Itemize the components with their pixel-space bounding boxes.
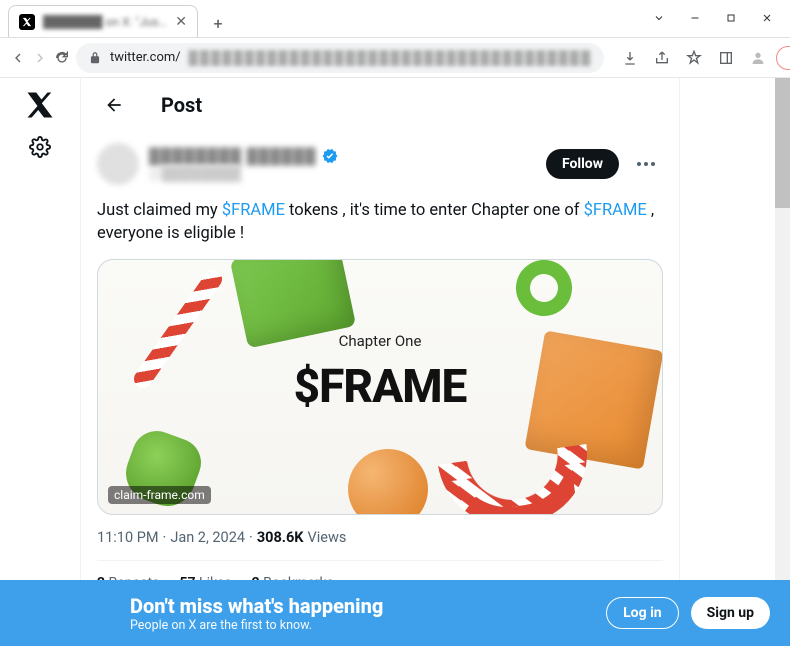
- new-tab-button[interactable]: +: [204, 9, 232, 37]
- browser-tab[interactable]: ███████ on X: "Just clai… ✕: [8, 5, 198, 37]
- x-favicon: [19, 14, 35, 30]
- card-subtitle: Chapter One: [339, 332, 422, 350]
- views-count: 308.6K: [257, 529, 304, 546]
- tweet-text: Just claimed my $FRAME tokens , it's tim…: [97, 199, 663, 245]
- tweet-time[interactable]: 11:10 PM: [97, 529, 159, 546]
- signup-button[interactable]: Sign up: [691, 597, 770, 629]
- profile-icon[interactable]: [744, 44, 772, 72]
- scrollbar-track[interactable]: [775, 78, 790, 646]
- bookmark-star-icon[interactable]: [680, 44, 708, 72]
- login-button[interactable]: Log in: [606, 597, 679, 629]
- nav-forward-icon[interactable]: [32, 44, 48, 72]
- sidepanel-icon[interactable]: [712, 44, 740, 72]
- download-icon[interactable]: [616, 44, 644, 72]
- text-part: Just claimed my: [97, 201, 222, 220]
- url-host: twitter.com/: [110, 50, 181, 65]
- update-button[interactable]: Update: [776, 46, 790, 70]
- back-arrow-icon[interactable]: [97, 88, 131, 122]
- share-icon[interactable]: [648, 44, 676, 72]
- username-blurred: ████████ ██████: [149, 147, 317, 165]
- decor-candy-hook-icon: [438, 444, 596, 515]
- cashtag-link[interactable]: $FRAME: [222, 201, 285, 220]
- more-icon[interactable]: [629, 147, 663, 181]
- window-titlebar: ███████ on X: "Just clai… ✕ +: [0, 0, 790, 38]
- tab-title: ███████ on X: "Just clai…: [43, 15, 167, 29]
- lock-icon: [88, 51, 102, 65]
- decor-green-ring-icon: [512, 259, 577, 320]
- left-rail: [0, 78, 80, 646]
- tab-strip: ███████ on X: "Just clai… ✕ +: [0, 0, 642, 37]
- browser-toolbar: twitter.com/ ████████████████████████████…: [0, 38, 790, 78]
- scrollbar-thumb[interactable]: [775, 78, 790, 208]
- window-controls: [642, 0, 790, 37]
- window-maximize-icon[interactable]: [714, 4, 748, 32]
- window-minimize-icon[interactable]: [678, 4, 712, 32]
- window-dropdown-icon[interactable]: [642, 4, 676, 32]
- user-block[interactable]: ████████ ██████ @████████: [149, 147, 536, 182]
- banner-sub: People on X are the first to know.: [130, 618, 383, 633]
- follow-button[interactable]: Follow: [546, 149, 619, 179]
- verified-badge-icon: [321, 147, 339, 165]
- banner-buttons: Log in Sign up: [606, 597, 770, 629]
- tweet-header: ████████ ██████ @████████ Follow: [97, 143, 663, 185]
- x-logo-icon[interactable]: [25, 90, 55, 120]
- nav-reload-icon[interactable]: [54, 44, 70, 72]
- avatar[interactable]: [97, 143, 139, 185]
- tweet-date[interactable]: Jan 2, 2024: [170, 529, 245, 546]
- post-header: Post: [81, 78, 679, 131]
- card-domain-label: claim-frame.com: [108, 486, 211, 504]
- decor-candy-cane-icon: [130, 266, 225, 391]
- tweet-meta: 11:10 PM · Jan 2, 2024 · 308.6K Views: [97, 529, 663, 546]
- window-close-icon[interactable]: [750, 4, 784, 32]
- link-card[interactable]: Chapter One $FRAME claim-frame.com: [97, 259, 663, 515]
- card-title: $FRAME: [294, 360, 467, 414]
- text-part: tokens , it's time to enter Chapter one …: [285, 201, 584, 220]
- decor-green-box-icon: [230, 259, 356, 348]
- address-bar[interactable]: twitter.com/ ████████████████████████████…: [76, 43, 604, 73]
- handle-blurred: @████████: [149, 165, 536, 182]
- signup-banner: Don't miss what's happening People on X …: [0, 580, 790, 646]
- tab-close-icon[interactable]: ✕: [175, 14, 187, 30]
- decor-orange-sphere-icon: [348, 449, 428, 515]
- tweet: ████████ ██████ @████████ Follow Just cl…: [81, 131, 679, 605]
- nav-back-icon[interactable]: [10, 44, 26, 72]
- page-title: Post: [161, 93, 202, 117]
- page-content: Post ████████ ██████ @████████ Follow: [0, 78, 790, 646]
- url-path-blurred: ████████████████████████████████████: [189, 50, 593, 66]
- banner-heading: Don't miss what's happening: [130, 594, 383, 618]
- banner-text: Don't miss what's happening People on X …: [130, 594, 383, 633]
- toolbar-right: Update: [616, 44, 790, 72]
- views-label: Views: [308, 529, 347, 546]
- main-column: Post ████████ ██████ @████████ Follow: [80, 78, 680, 646]
- settings-gear-icon[interactable]: [29, 136, 51, 158]
- cashtag-link[interactable]: $FRAME: [584, 201, 647, 220]
